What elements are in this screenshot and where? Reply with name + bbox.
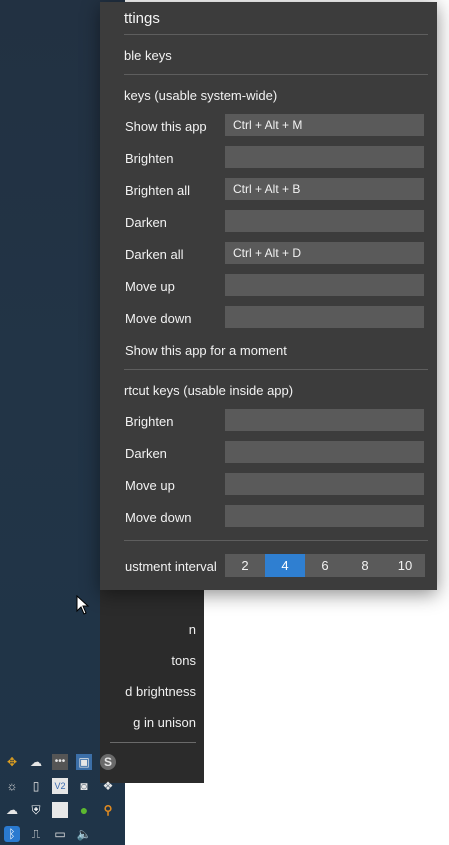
hotkey-field-brighten[interactable] bbox=[225, 146, 424, 168]
menu-item-3[interactable]: d brightness bbox=[100, 681, 204, 703]
hotkey-field-show-app[interactable]: Ctrl + Alt + M bbox=[225, 114, 424, 136]
sun-icon[interactable]: ☼ bbox=[4, 778, 20, 794]
menu-item-2[interactable]: tons bbox=[100, 650, 204, 672]
system-tray: ✥ ☁ ••• ▣ S ☼ ▯ V2 ◙ ❖ ☁ ⛨ ● ⚲ ᛒ ⎍ ▭ 🔈 bbox=[0, 750, 125, 845]
divider bbox=[124, 540, 428, 541]
search-icon[interactable]: ⚲ bbox=[100, 802, 116, 818]
app-hotkey-label-brighten: Brighten bbox=[125, 414, 174, 429]
toggle-keys-option[interactable]: ble keys bbox=[124, 48, 172, 63]
blank-app-icon[interactable] bbox=[52, 802, 68, 818]
app-icon[interactable]: ✥ bbox=[4, 754, 20, 770]
divider bbox=[124, 34, 428, 35]
app-hotkey-label-move-down: Move down bbox=[125, 510, 192, 525]
hotkey-label-darken: Darken bbox=[125, 215, 167, 230]
interval-option-8[interactable]: 8 bbox=[345, 554, 385, 577]
hotkey-field-darken-all[interactable]: Ctrl + Alt + D bbox=[225, 242, 424, 264]
hotkey-field-move-down[interactable] bbox=[225, 306, 424, 328]
app-hotkey-label-move-up: Move up bbox=[125, 478, 175, 493]
cloud-icon[interactable]: ☁ bbox=[28, 754, 44, 770]
vs-icon[interactable]: V2 bbox=[52, 778, 68, 794]
upload-cloud-icon[interactable]: ☁ bbox=[4, 802, 20, 818]
bluetooth-icon[interactable]: ᛒ bbox=[4, 826, 20, 842]
interval-option-2[interactable]: 2 bbox=[225, 554, 265, 577]
menu-separator bbox=[110, 742, 196, 743]
panel-title: ttings bbox=[124, 10, 160, 27]
menu-item-1[interactable]: n bbox=[100, 619, 204, 641]
interval-option-10[interactable]: 10 bbox=[385, 554, 425, 577]
app-hotkey-field-brighten[interactable] bbox=[225, 409, 424, 431]
show-moment-option[interactable]: Show this app for a moment bbox=[125, 343, 287, 358]
network-icon[interactable]: ▭ bbox=[52, 826, 68, 842]
volume-icon[interactable]: 🔈 bbox=[76, 826, 92, 842]
hotkey-field-move-up[interactable] bbox=[225, 274, 424, 296]
hotkey-field-brighten-all[interactable]: Ctrl + Alt + B bbox=[225, 178, 424, 200]
usb-icon[interactable]: ⎍ bbox=[28, 826, 44, 842]
global-section-header: keys (usable system-wide) bbox=[124, 88, 278, 103]
interval-option-6[interactable]: 6 bbox=[305, 554, 345, 577]
hotkey-label-move-up: Move up bbox=[125, 279, 175, 294]
camera-icon[interactable]: ◙ bbox=[76, 778, 92, 794]
hotkey-label-show-app: Show this app bbox=[125, 119, 207, 134]
hotkey-field-darken[interactable] bbox=[225, 210, 424, 232]
skype-icon[interactable]: S bbox=[100, 754, 116, 770]
green-circle-icon[interactable]: ● bbox=[76, 802, 92, 818]
hotkey-label-brighten-all: Brighten all bbox=[125, 183, 191, 198]
dropbox-icon[interactable]: ❖ bbox=[100, 778, 116, 794]
hotkey-label-move-down: Move down bbox=[125, 311, 192, 326]
divider bbox=[124, 74, 428, 75]
divider bbox=[124, 369, 428, 370]
app-section-header: rtcut keys (usable inside app) bbox=[124, 383, 294, 398]
interval-selector: 2 4 6 8 10 bbox=[225, 554, 425, 577]
menu-item-4[interactable]: g in unison bbox=[100, 712, 204, 734]
settings-panel: ttings ble keys keys (usable system-wide… bbox=[100, 2, 437, 590]
photos-icon[interactable]: ▣ bbox=[76, 754, 92, 770]
interval-option-4[interactable]: 4 bbox=[265, 554, 305, 577]
hotkey-label-darken-all: Darken all bbox=[125, 247, 184, 262]
speaker-device-icon[interactable]: ▯ bbox=[28, 778, 44, 794]
mouse-cursor-icon bbox=[76, 595, 90, 615]
shield-icon[interactable]: ⛨ bbox=[28, 802, 44, 818]
interval-label: ustment interval bbox=[125, 559, 217, 574]
app-hotkey-field-move-up[interactable] bbox=[225, 473, 424, 495]
app-hotkey-field-move-down[interactable] bbox=[225, 505, 424, 527]
app-hotkey-label-darken: Darken bbox=[125, 446, 167, 461]
more-icon[interactable]: ••• bbox=[52, 754, 68, 770]
app-hotkey-field-darken[interactable] bbox=[225, 441, 424, 463]
hotkey-label-brighten: Brighten bbox=[125, 151, 174, 166]
